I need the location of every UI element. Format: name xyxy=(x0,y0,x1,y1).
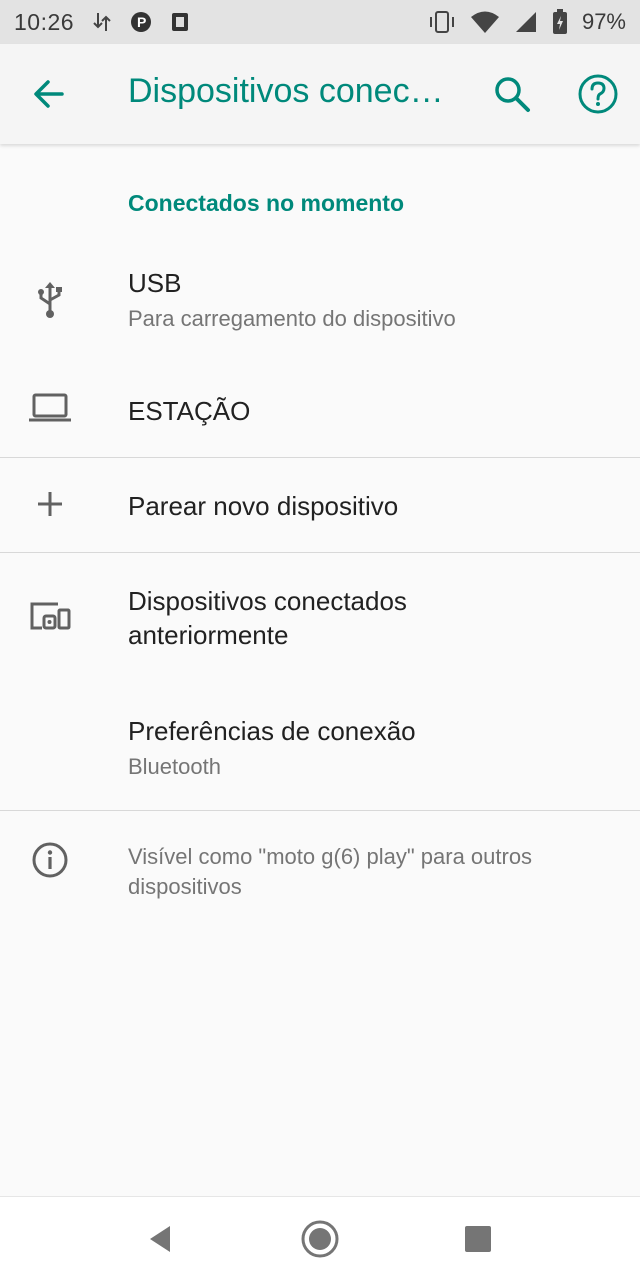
pair-new-title: Parear novo dispositivo xyxy=(128,491,399,521)
wifi-icon xyxy=(470,10,500,34)
battery-percent: 97% xyxy=(581,9,626,34)
svg-text:P: P xyxy=(137,14,146,30)
info-icon xyxy=(26,836,74,884)
divider xyxy=(0,810,640,811)
list-item-estacao[interactable]: ESTAÇÃO xyxy=(0,360,640,456)
vibrate-icon xyxy=(428,10,456,34)
divider xyxy=(0,552,640,553)
add-icon xyxy=(26,480,74,528)
devices-icon xyxy=(26,592,74,640)
battery-charging-icon xyxy=(552,9,568,35)
nav-recents-icon[interactable] xyxy=(456,1217,500,1261)
app-bar: Dispositivos conec… xyxy=(0,44,640,144)
usb-title: USB xyxy=(128,268,182,298)
estacao-title: ESTAÇÃO xyxy=(128,396,251,426)
navigation-bar xyxy=(0,1196,640,1281)
cell-signal-icon xyxy=(514,10,538,34)
preferences-title: Preferências de conexão xyxy=(128,716,416,746)
section-header-connected: Conectados no momento xyxy=(128,190,405,216)
page-title: Dispositivos conec… xyxy=(128,72,444,110)
parking-app-icon: P xyxy=(130,11,152,33)
usb-icon xyxy=(26,276,74,324)
list-item-previously-connected[interactable]: Dispositivos conectados anteriormente xyxy=(0,560,640,670)
previously-connected-title-line2: anteriormente xyxy=(128,620,289,650)
list-item-connection-preferences[interactable]: Preferências de conexão Bluetooth xyxy=(0,690,640,800)
laptop-icon xyxy=(26,384,74,432)
help-icon[interactable] xyxy=(576,72,620,116)
notification-app-icon xyxy=(170,11,190,33)
previously-connected-title-line1: Dispositivos conectados xyxy=(128,586,407,616)
list-item-usb[interactable]: USB Para carregamento do dispositivo xyxy=(0,250,640,350)
status-time: 10:26 xyxy=(14,8,75,35)
nav-back-icon[interactable] xyxy=(138,1217,182,1261)
visibility-info-text: Visível como "moto g(6) play" para outro… xyxy=(128,844,533,899)
usb-subtitle: Para carregamento do dispositivo xyxy=(128,306,456,331)
search-icon[interactable] xyxy=(492,74,532,114)
nav-home-icon[interactable] xyxy=(298,1217,342,1261)
preferences-subtitle: Bluetooth xyxy=(128,754,221,779)
back-arrow-icon[interactable] xyxy=(28,76,72,112)
data-transfer-icon xyxy=(92,11,112,33)
status-bar: 10:26 P 97% xyxy=(0,0,640,44)
list-item-pair-new[interactable]: Parear novo dispositivo xyxy=(0,458,640,552)
